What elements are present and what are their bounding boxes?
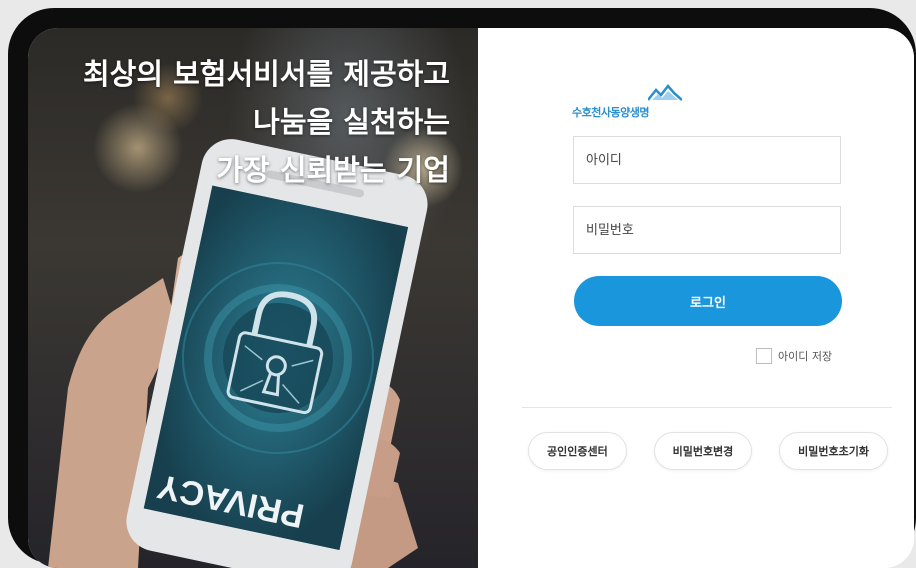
login-button[interactable]: 로그인 — [574, 276, 842, 326]
mountain-logo-icon — [648, 84, 682, 101]
divider — [522, 407, 892, 408]
brand-name: 수호천사동양생명 — [572, 106, 649, 119]
brand-logo: 수호천사동양생명 — [572, 82, 702, 122]
remember-label: 아이디 저장 — [778, 350, 833, 363]
hero-line: 최상의 보험서비서를 제공하고 — [82, 57, 450, 91]
change-password-button[interactable]: 비밀번호변경 — [653, 432, 753, 470]
remember-id[interactable]: 아이디 저장 — [756, 348, 832, 364]
hero-banner: PRIVACY 최상의 보험서비서를 제공하고 나눔을 실천하는 가장 신뢰받는… — [28, 28, 478, 568]
account-links: 공인인증센터 비밀번호변경 비밀번호초기화 — [528, 432, 888, 470]
hero-line: 가장 신뢰받는 기업 — [216, 153, 450, 187]
device-frame: PRIVACY 최상의 보험서비서를 제공하고 나눔을 실천하는 가장 신뢰받는… — [8, 8, 916, 568]
remember-checkbox[interactable] — [756, 348, 772, 364]
screen: PRIVACY 최상의 보험서비서를 제공하고 나눔을 실천하는 가장 신뢰받는… — [28, 28, 914, 568]
reset-password-button[interactable]: 비밀번호초기화 — [779, 432, 888, 470]
hero-line: 나눔을 실천하는 — [253, 105, 450, 139]
id-input[interactable] — [573, 136, 841, 184]
hero-tagline: 최상의 보험서비서를 제공하고 나눔을 실천하는 가장 신뢰받는 기업 — [83, 50, 450, 194]
certificate-center-button[interactable]: 공인인증센터 — [528, 432, 627, 470]
login-panel: 수호천사동양생명 로그인 아이디 저장 공인인증센터 비밀번호변경 비밀번호초기… — [478, 28, 914, 568]
password-input[interactable] — [573, 206, 841, 254]
